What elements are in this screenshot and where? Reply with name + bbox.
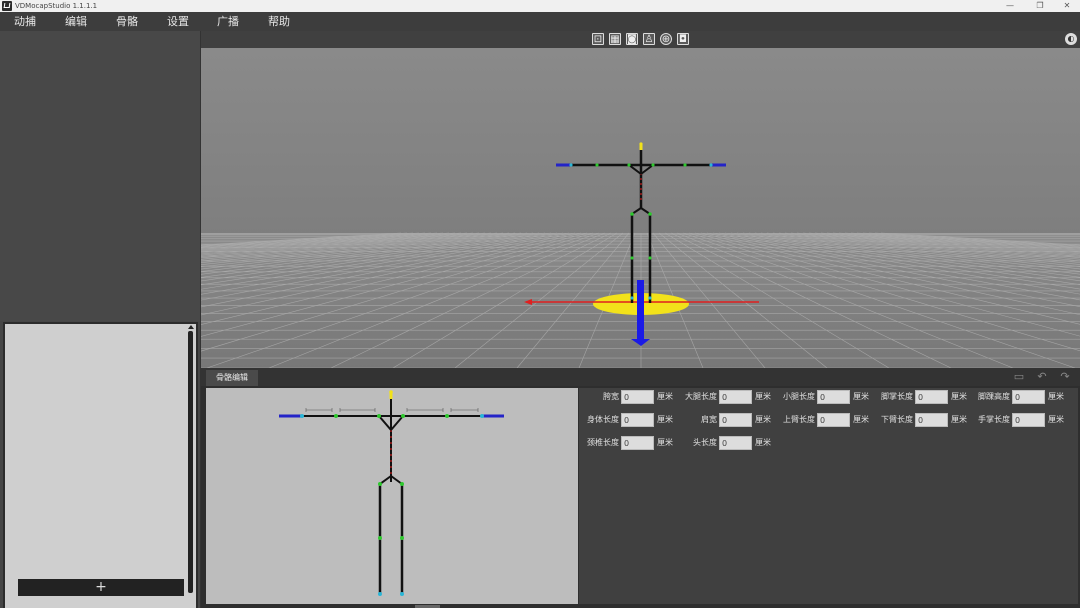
- left-panel: +: [0, 31, 200, 608]
- upper-arm-length-input[interactable]: 0: [817, 413, 850, 427]
- target-icon[interactable]: ⊕: [660, 33, 672, 45]
- menu-help[interactable]: 帮助: [268, 12, 290, 31]
- scroll-up-icon[interactable]: [188, 325, 194, 329]
- menu-bar: 动捕 编辑 骨骼 设置 广播 帮助: [0, 12, 1080, 31]
- figure-frame-icon[interactable]: ♙: [643, 33, 655, 45]
- skeleton-params: 胯宽 0 厘米 大腿长度 0 厘米 小腿长度 0 厘米 脚掌长度 0 厘米 脚踝…: [579, 388, 1078, 604]
- menu-skeleton[interactable]: 骨骼: [116, 12, 138, 31]
- z-axis-shaft: [637, 280, 644, 340]
- menu-mocap[interactable]: 动捕: [14, 12, 36, 31]
- thigh-length-input[interactable]: 0: [719, 390, 752, 404]
- editor-body: 胯宽 0 厘米 大腿长度 0 厘米 小腿长度 0 厘米 脚掌长度 0 厘米 脚踝…: [201, 386, 1080, 608]
- redo-icon[interactable]: ↷: [1058, 370, 1072, 384]
- fit-view-icon[interactable]: ⊡: [592, 33, 604, 45]
- hand-length-input[interactable]: 0: [1012, 413, 1045, 427]
- foot-length-input[interactable]: 0: [915, 390, 948, 404]
- head-length-input[interactable]: 0: [719, 436, 752, 450]
- editor-header: 骨骼编辑 ▭ ↶ ↷: [201, 368, 1080, 386]
- minimize-button[interactable]: —: [995, 0, 1025, 12]
- hip-width-input[interactable]: 0: [621, 390, 654, 404]
- device-list[interactable]: +: [3, 322, 198, 608]
- close-button[interactable]: ✕: [1052, 0, 1080, 12]
- restore-button[interactable]: ❐: [1025, 0, 1055, 12]
- undo-icon[interactable]: ↶: [1035, 370, 1049, 384]
- menu-broadcast[interactable]: 广播: [217, 12, 239, 31]
- menu-settings[interactable]: 设置: [167, 12, 189, 31]
- window-title: VDMocapStudio 1.1.1.1: [15, 2, 98, 10]
- palette-icon[interactable]: ◐: [1065, 33, 1077, 45]
- viewport-toolbar: ⊡ ▦ ◙ ♙ ⊕ ◘ ◐: [201, 31, 1080, 48]
- skeleton-preview[interactable]: [206, 388, 578, 604]
- body-length-input[interactable]: 0: [621, 413, 654, 427]
- 3d-viewport[interactable]: [201, 48, 1080, 368]
- save-icon[interactable]: ▭: [1012, 370, 1026, 384]
- left-upper-area: [0, 31, 200, 321]
- qr-grid-icon[interactable]: ▦: [609, 33, 621, 45]
- viewport-scene: [201, 48, 1080, 368]
- add-button[interactable]: +: [18, 579, 184, 596]
- forearm-length-input[interactable]: 0: [915, 413, 948, 427]
- skeleton-2d: [279, 390, 504, 596]
- ankle-height-input[interactable]: 0: [1012, 390, 1045, 404]
- neck-length-input[interactable]: 0: [621, 436, 654, 450]
- calf-length-input[interactable]: 0: [817, 390, 850, 404]
- menu-edit[interactable]: 编辑: [65, 12, 87, 31]
- shoulder-width-input[interactable]: 0: [719, 413, 752, 427]
- title-bar: VDMocapStudio 1.1.1.1 — ❐ ✕: [0, 0, 1080, 12]
- list-scrollbar[interactable]: [188, 331, 193, 593]
- focus-frame-icon[interactable]: ◙: [626, 33, 638, 45]
- app-logo-icon: [2, 1, 12, 11]
- tab-skeleton-edit[interactable]: 骨骼编辑: [206, 370, 258, 386]
- camera-icon[interactable]: ◘: [677, 33, 689, 45]
